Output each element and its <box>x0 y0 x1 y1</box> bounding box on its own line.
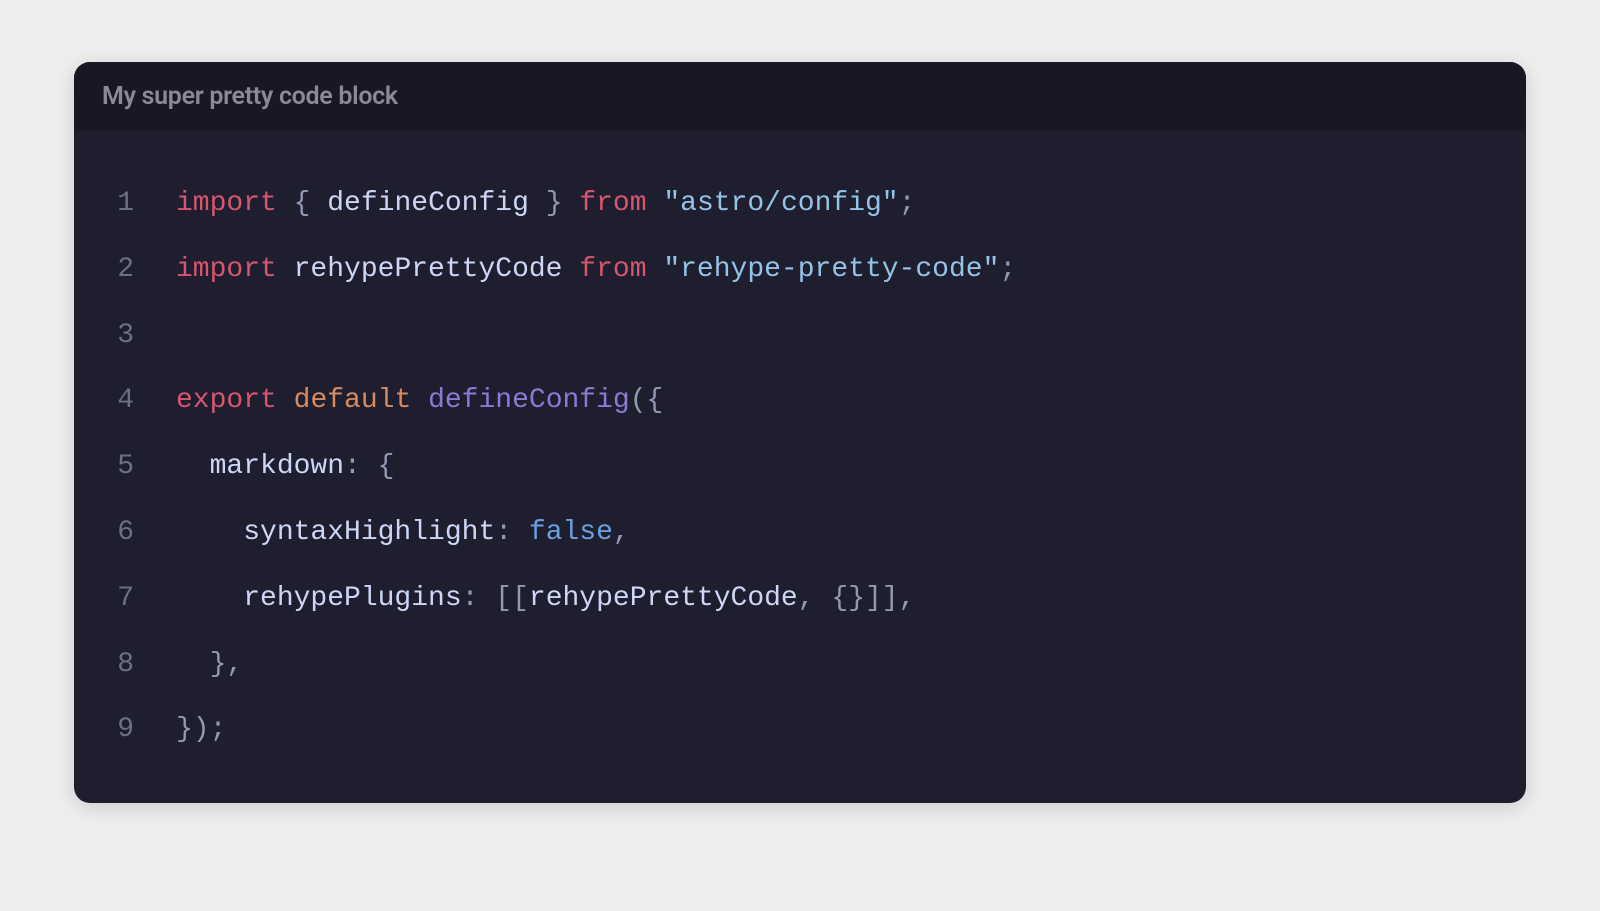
line-number: 5 <box>104 434 176 500</box>
token <box>277 385 294 416</box>
line-number: 4 <box>104 368 176 434</box>
line-content: }, <box>176 632 1496 698</box>
line-content: export default defineConfig({ <box>176 368 1496 434</box>
token: , <box>798 583 815 614</box>
token: syntaxHighlight <box>176 517 495 548</box>
token: } <box>546 188 563 219</box>
code-line: 8 }, <box>104 632 1496 698</box>
token <box>563 188 580 219</box>
token <box>512 517 529 548</box>
token: false <box>529 517 613 548</box>
code-line: 2import rehypePrettyCode from "rehype-pr… <box>104 237 1496 303</box>
token <box>815 583 832 614</box>
code-line: 5 markdown: { <box>104 434 1496 500</box>
token: from <box>579 188 646 219</box>
line-number: 6 <box>104 500 176 566</box>
code-body: 1import { defineConfig } from "astro/con… <box>74 131 1526 803</box>
token: rehypePrettyCode <box>529 583 798 614</box>
token <box>647 188 664 219</box>
token <box>647 254 664 285</box>
line-content: }); <box>176 697 1496 763</box>
line-content: markdown: { <box>176 434 1496 500</box>
token: [[ <box>495 583 529 614</box>
line-number: 8 <box>104 632 176 698</box>
token: : <box>344 451 361 482</box>
code-line: 6 syntaxHighlight: false, <box>104 500 1496 566</box>
token: markdown <box>176 451 344 482</box>
token: defineConfig <box>310 188 545 219</box>
token: ({ <box>630 385 664 416</box>
line-number: 9 <box>104 697 176 763</box>
line-content: syntaxHighlight: false, <box>176 500 1496 566</box>
token: "astro/config" <box>663 188 898 219</box>
token: export <box>176 385 277 416</box>
line-content <box>176 303 1496 369</box>
token: }); <box>176 714 226 745</box>
token: from <box>579 254 646 285</box>
line-number: 7 <box>104 566 176 632</box>
token <box>176 649 210 680</box>
line-number: 1 <box>104 171 176 237</box>
token: rehypePrettyCode <box>277 254 579 285</box>
token: { <box>294 188 311 219</box>
token <box>411 385 428 416</box>
token: default <box>294 385 412 416</box>
token <box>277 188 294 219</box>
token <box>478 583 495 614</box>
token <box>361 451 378 482</box>
token: rehypePlugins <box>176 583 462 614</box>
token: defineConfig <box>428 385 630 416</box>
token: { <box>378 451 395 482</box>
line-content: import { defineConfig } from "astro/conf… <box>176 171 1496 237</box>
code-block-title: My super pretty code block <box>74 62 1526 131</box>
token: : <box>462 583 479 614</box>
code-line: 1import { defineConfig } from "astro/con… <box>104 171 1496 237</box>
token: "rehype-pretty-code" <box>663 254 999 285</box>
line-content: rehypePlugins: [[rehypePrettyCode, {}]], <box>176 566 1496 632</box>
token: import <box>176 254 277 285</box>
token: {}]], <box>831 583 915 614</box>
code-block: My super pretty code block 1import { def… <box>74 62 1526 803</box>
code-line: 7 rehypePlugins: [[rehypePrettyCode, {}]… <box>104 566 1496 632</box>
code-line: 4export default defineConfig({ <box>104 368 1496 434</box>
line-content: import rehypePrettyCode from "rehype-pre… <box>176 237 1496 303</box>
code-line: 9}); <box>104 697 1496 763</box>
code-line: 3 <box>104 303 1496 369</box>
token: import <box>176 188 277 219</box>
token: : <box>495 517 512 548</box>
token: , <box>613 517 630 548</box>
line-number: 2 <box>104 237 176 303</box>
token: ; <box>999 254 1016 285</box>
token: }, <box>210 649 244 680</box>
token: ; <box>899 188 916 219</box>
line-number: 3 <box>104 303 176 369</box>
